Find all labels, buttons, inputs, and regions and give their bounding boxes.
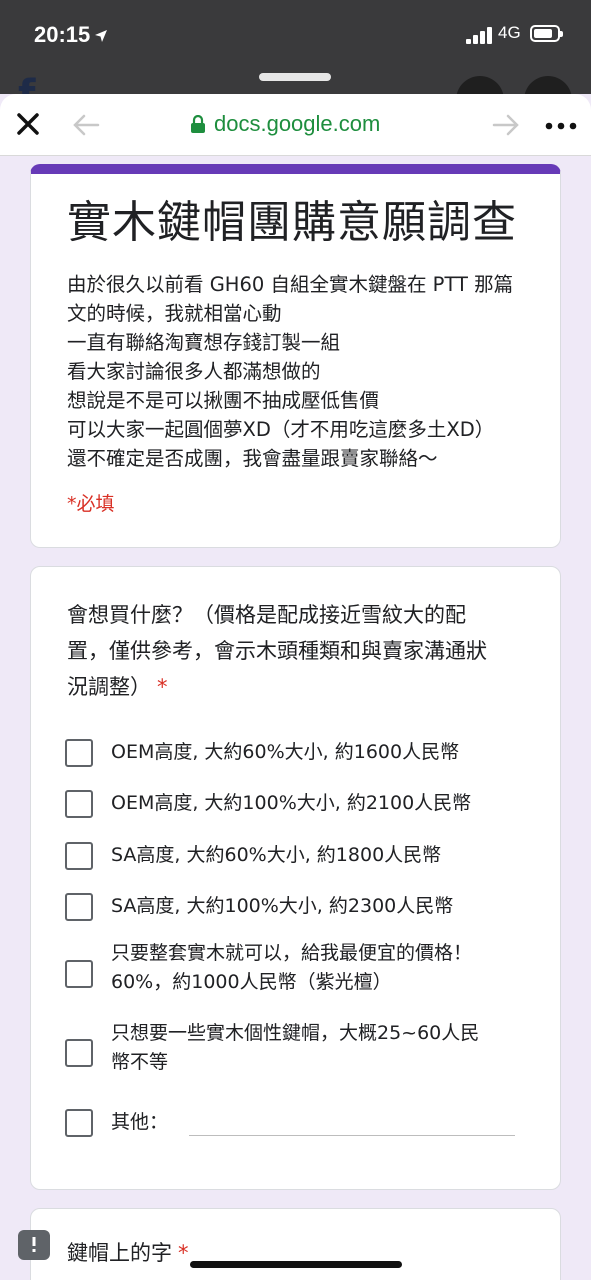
option-label: OEM高度, 大約100%大小, 約2100人民幣 xyxy=(111,792,472,814)
option-label: SA高度, 大約60%大小, 約1800人民幣 xyxy=(111,844,442,866)
form-title: 實木鍵帽團購意願調查 xyxy=(67,197,517,248)
question-title: 鍵帽上的字 * xyxy=(67,1241,189,1265)
description-line: 文的時候，我就相當心動 xyxy=(67,302,282,325)
required-asterisk: * xyxy=(157,675,168,699)
checkbox[interactable] xyxy=(65,842,93,870)
network-type: 4G xyxy=(498,23,521,42)
description-line: 一直有聯絡淘寶想存錢訂製一組 xyxy=(67,331,341,354)
description-line: 想說是不是可以揪團不抽成壓低售價 xyxy=(67,389,380,412)
option-label-line: 只要整套實木就可以，給我最便宜的價格！ xyxy=(111,942,473,964)
back-arrow-icon[interactable] xyxy=(72,114,100,136)
required-asterisk: * xyxy=(178,1241,189,1265)
option-label-line: 60%，約1000人民幣（紫光檀） xyxy=(111,971,392,993)
description-line: 由於很久以前看 GH60 自組全實木鍵盤在 PTT 那篇 xyxy=(67,273,514,296)
checkbox[interactable] xyxy=(65,739,93,767)
checkbox[interactable] xyxy=(65,790,93,818)
more-options-icon[interactable] xyxy=(545,122,577,130)
description-line: 可以大家一起圓個夢XD（才不用吃這麼多土XD） xyxy=(67,418,495,441)
checkbox[interactable] xyxy=(65,1109,93,1137)
url-text: docs.google.com xyxy=(214,111,381,136)
question-title: 會想買什麼？（價格是配成接近雪紋大的配 置，僅供參考，會示木頭種類和與賣家溝通狀… xyxy=(67,603,487,699)
status-time: 20:15 xyxy=(34,22,108,48)
signal-strength-icon xyxy=(466,27,494,44)
browser-sheet: docs.google.com 實木鍵帽團購意願調查 由於很久以前看 GH60 … xyxy=(0,94,591,1280)
home-indicator[interactable] xyxy=(190,1261,402,1268)
checkbox[interactable] xyxy=(65,893,93,921)
form-description: 由於很久以前看 GH60 自組全實木鍵盤在 PTT 那篇 文的時候，我就相當心動… xyxy=(67,270,537,473)
description-line: 看大家討論很多人都滿想做的 xyxy=(67,360,321,383)
report-feedback-button[interactable] xyxy=(18,1230,50,1260)
checkbox[interactable] xyxy=(65,1039,93,1067)
required-note: *必填 xyxy=(67,493,115,515)
status-bar: 20:15 4G f xyxy=(0,0,591,124)
other-text-input[interactable] xyxy=(189,1135,515,1136)
feedback-icon xyxy=(32,1237,36,1252)
other-label: 其他： xyxy=(111,1111,169,1133)
checkbox[interactable] xyxy=(65,960,93,988)
option-label-line: 只想要一些實木個性鍵帽，大概25~60人民 xyxy=(111,1022,480,1044)
browser-toolbar: docs.google.com xyxy=(0,94,591,156)
question-card-keycap-text: 鍵帽上的字 * xyxy=(30,1208,561,1280)
option-label: OEM高度, 大約60%大小, 約1600人民幣 xyxy=(111,741,460,763)
question-card-purchase: 會想買什麼？（價格是配成接近雪紋大的配 置，僅供參考，會示木頭種類和與賣家溝通狀… xyxy=(30,566,561,1190)
form-header-card: 實木鍵帽團購意願調查 由於很久以前看 GH60 自組全實木鍵盤在 PTT 那篇 … xyxy=(30,164,561,548)
lock-icon xyxy=(191,115,205,133)
sheet-grabber-handle[interactable] xyxy=(259,73,331,81)
option-label-line: 幣不等 xyxy=(111,1051,169,1073)
location-arrow-icon xyxy=(95,30,108,42)
close-icon[interactable] xyxy=(14,110,42,138)
battery-icon xyxy=(530,25,563,42)
forward-arrow-icon[interactable] xyxy=(492,114,520,136)
description-line: 還不確定是否成團，我會盡量跟賣家聯絡～ xyxy=(67,447,438,470)
url-bar[interactable]: docs.google.com xyxy=(190,111,380,137)
option-label: SA高度, 大約100%大小, 約2300人民幣 xyxy=(111,895,454,917)
